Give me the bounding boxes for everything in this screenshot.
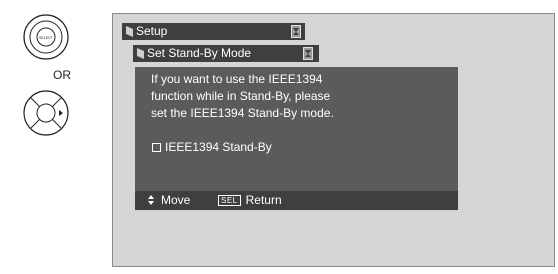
- dialog-message: If you want to use the IEEE1394 function…: [151, 71, 441, 122]
- menu-end-icon: [291, 25, 301, 38]
- updown-arrows-icon: [148, 195, 154, 205]
- message-line: If you want to use the IEEE1394: [151, 72, 323, 86]
- standby-dialog: If you want to use the IEEE1394 function…: [135, 67, 458, 210]
- message-line: set the IEEE1394 Stand-By mode.: [151, 106, 334, 120]
- menu-title: Setup: [136, 24, 168, 38]
- or-label: OR: [53, 68, 71, 82]
- dialog-footer: Move SEL Return: [135, 191, 458, 210]
- standby-checkbox[interactable]: [152, 142, 161, 152]
- return-label: Return: [245, 193, 282, 207]
- menu-tick-icon: [126, 26, 133, 37]
- submenu-title: Set Stand-By Mode: [147, 46, 252, 60]
- sel-button-icon: SEL: [218, 194, 241, 206]
- move-hint: Move: [148, 193, 190, 207]
- ieee1394-standby-option[interactable]: IEEE1394 Stand-By: [152, 140, 272, 154]
- submenu-tick-icon: [137, 48, 144, 59]
- message-line: function while in Stand-By, please: [151, 89, 331, 103]
- select-remote-icon: SELECT: [23, 14, 69, 60]
- select-button-text: SELECT: [39, 36, 54, 40]
- standby-mode-bar: Set Stand-By Mode: [133, 45, 319, 62]
- setup-menu-bar: Setup: [122, 23, 305, 40]
- move-label: Move: [161, 193, 191, 207]
- return-hint: SEL Return: [218, 193, 282, 207]
- submenu-end-icon: [303, 47, 313, 60]
- tv-screen: Setup Set Stand-By Mode If you want to u…: [112, 13, 555, 267]
- option-label: IEEE1394 Stand-By: [165, 140, 272, 154]
- dpad-right-icon: [23, 90, 69, 136]
